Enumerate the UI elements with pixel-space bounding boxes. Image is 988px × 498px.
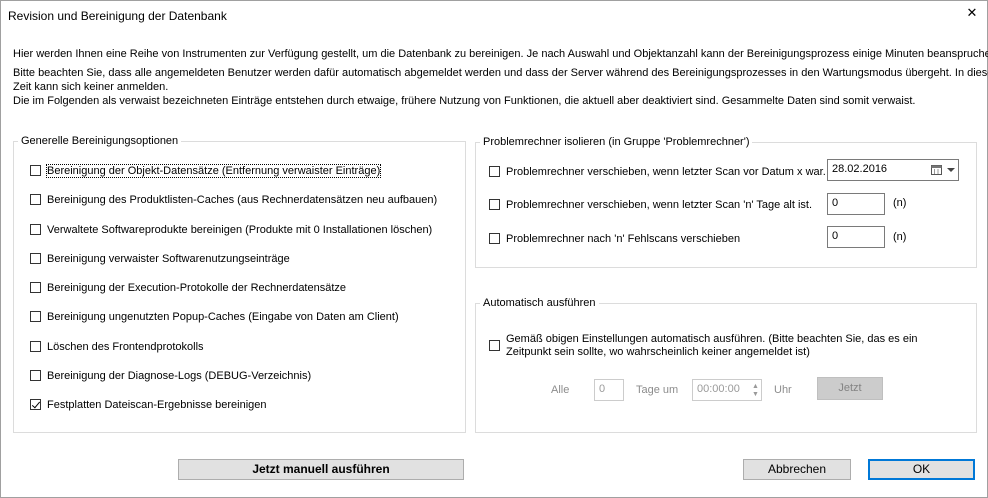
fails-unit: (n) <box>893 231 907 243</box>
close-icon[interactable]: ✕ <box>964 6 980 20</box>
general-option-label: Bereinigung der Diagnose-Logs (DEBUG-Ver… <box>47 370 312 382</box>
general-option-checkbox[interactable] <box>30 370 41 381</box>
time-unit-label: Uhr <box>774 384 792 396</box>
time-input[interactable]: 00:00:00 ▲ ▼ <box>692 379 762 401</box>
days-input[interactable]: 0 <box>827 193 885 215</box>
auto-run-legend: Automatisch ausführen <box>480 297 599 309</box>
general-option-label: Bereinigung der Objekt-Datensätze (Entfe… <box>45 164 382 178</box>
problem-computers-legend: Problemrechner isolieren (in Gruppe 'Pro… <box>480 136 753 148</box>
auto-run-label-2: Zeitpunkt sein sollte, wo wahrscheinlich… <box>506 346 810 358</box>
days-unit: (n) <box>893 197 907 209</box>
intro-text-4: Die im Folgenden als verwaist bezeichnet… <box>13 95 916 107</box>
interval-days-input[interactable]: 0 <box>594 379 624 401</box>
calendar-icon[interactable] <box>931 164 942 175</box>
general-option-checkbox[interactable] <box>30 253 41 264</box>
auto-run-label-1: Gemäß obigen Einstellungen automatisch a… <box>506 333 918 345</box>
move-by-days-label: Problemrechner verschieben, wenn letzter… <box>506 199 813 211</box>
general-option-checkbox[interactable] <box>30 282 41 293</box>
general-option-checkbox[interactable] <box>30 399 41 410</box>
chevron-down-icon[interactable] <box>947 168 955 172</box>
auto-run-checkbox[interactable] <box>489 340 500 351</box>
every-label: Alle <box>551 384 570 396</box>
general-option-label: Bereinigung ungenutzten Popup-Caches (Ei… <box>47 311 399 323</box>
window-title: Revision und Bereinigung der Datenbank <box>8 9 227 23</box>
general-option-checkbox[interactable] <box>30 224 41 235</box>
date-picker[interactable]: 28.02.2016 <box>827 159 959 181</box>
general-option-label: Bereinigung verwaister Softwarenutzungse… <box>47 253 290 265</box>
date-value: 28.02.2016 <box>832 163 888 175</box>
general-options-legend: Generelle Bereinigungsoptionen <box>18 135 182 147</box>
general-option-checkbox[interactable] <box>30 165 41 176</box>
time-value: 00:00:00 <box>697 383 740 395</box>
move-by-fails-label: Problemrechner nach 'n' Fehlscans versch… <box>506 233 741 245</box>
intro-text-2: Bitte beachten Sie, dass alle angemeldet… <box>13 67 988 79</box>
general-option-label: Festplatten Dateiscan-Ergebnisse bereini… <box>47 399 267 411</box>
intro-text-1: Hier werden Ihnen eine Reihe von Instrum… <box>13 48 988 60</box>
move-by-date-label: Problemrechner verschieben, wenn letzter… <box>506 166 826 178</box>
move-by-days-checkbox[interactable] <box>489 199 500 210</box>
days-at-label: Tage um <box>636 384 679 396</box>
general-option-checkbox[interactable] <box>30 311 41 322</box>
ok-button[interactable]: OK <box>868 459 975 480</box>
cancel-button[interactable]: Abbrechen <box>743 459 851 480</box>
spin-down-icon[interactable]: ▼ <box>751 390 760 399</box>
now-button[interactable]: Jetzt <box>817 377 883 400</box>
general-option-label: Verwaltete Softwareprodukte bereinigen (… <box>47 224 433 236</box>
intro-text-3: Zeit kann sich keiner anmelden. <box>13 81 169 93</box>
move-by-fails-checkbox[interactable] <box>489 233 500 244</box>
general-option-label: Löschen des Frontendprotokolls <box>47 341 204 353</box>
general-option-checkbox[interactable] <box>30 194 41 205</box>
general-option-checkbox[interactable] <box>30 341 41 352</box>
general-option-label: Bereinigung des Produktlisten-Caches (au… <box>47 194 438 206</box>
auto-run-group <box>475 303 977 433</box>
fails-input[interactable]: 0 <box>827 226 885 248</box>
general-option-label: Bereinigung der Execution-Protokolle der… <box>47 282 347 294</box>
run-manual-button[interactable]: Jetzt manuell ausführen <box>178 459 464 480</box>
move-by-date-checkbox[interactable] <box>489 166 500 177</box>
